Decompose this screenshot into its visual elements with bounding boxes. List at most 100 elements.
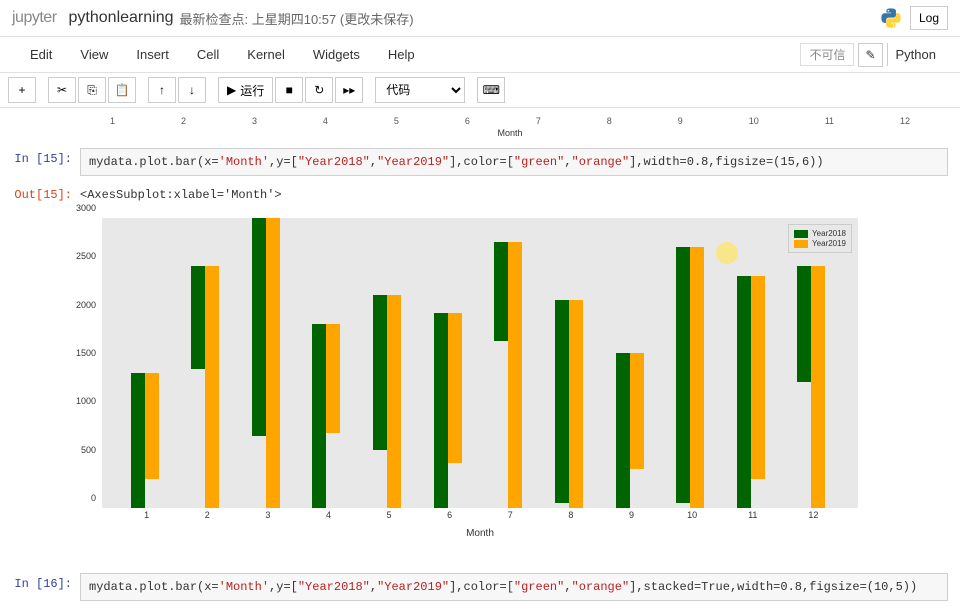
notebook-container: 123456789101112 Month In [15]: mydata.pl… — [0, 108, 960, 613]
scissors-icon: ✂ — [57, 83, 67, 97]
x-tick: 5 — [387, 510, 392, 520]
menu-kernel[interactable]: Kernel — [233, 41, 299, 68]
paste-button[interactable]: 📋 — [108, 77, 136, 103]
run-button[interactable]: ▶运行 — [218, 77, 273, 103]
in-prompt: In [16]: — [12, 573, 80, 601]
x-tick: 1 — [144, 510, 149, 520]
y-tick: 1000 — [76, 396, 96, 406]
menu-edit[interactable]: Edit — [16, 41, 66, 68]
mini-xtick: 12 — [900, 116, 910, 126]
toolbar: + ✂ ⎘ 📋 ↑ ↓ ▶运行 ■ ↻ ▸▸ 代码 ⌨ — [0, 73, 960, 108]
out-prompt: Out[15]: — [12, 184, 80, 206]
bar-year2018 — [494, 242, 508, 341]
x-tick: 12 — [808, 510, 818, 520]
interrupt-button[interactable]: ■ — [275, 77, 303, 103]
cell-out-15: Out[15]: <AxesSubplot:xlabel='Month'> — [0, 180, 960, 210]
move-up-button[interactable]: ↑ — [148, 77, 176, 103]
bar-group — [434, 313, 462, 508]
cut-button[interactable]: ✂ — [48, 77, 76, 103]
mini-xtick: 5 — [394, 116, 399, 126]
bar-group — [312, 324, 340, 508]
arrow-down-icon: ↓ — [189, 83, 195, 97]
mini-xlabel: Month — [80, 128, 940, 138]
bar-year2018 — [434, 313, 448, 508]
restart-run-button[interactable]: ▸▸ — [335, 77, 363, 103]
chart-legend: Year2018 Year2019 — [788, 224, 852, 253]
notebook-name[interactable]: pythonlearning — [69, 9, 174, 27]
bar-chart-output: 050010001500200025003000 Year2018 Year20… — [68, 218, 858, 539]
bar-year2019 — [205, 266, 219, 508]
menubar: Edit View Insert Cell Kernel Widgets Hel… — [0, 37, 960, 73]
cursor-highlight-icon — [716, 242, 738, 264]
legend-swatch-2018 — [794, 230, 808, 238]
refresh-icon: ↻ — [314, 83, 324, 97]
arrow-up-icon: ↑ — [159, 83, 165, 97]
legend-label-2019: Year2019 — [812, 239, 846, 248]
mini-xtick: 1 — [110, 116, 115, 126]
x-tick: 6 — [447, 510, 452, 520]
output-text: <AxesSubplot:xlabel='Month'> — [80, 184, 948, 206]
menu-widgets[interactable]: Widgets — [299, 41, 374, 68]
restart-button[interactable]: ↻ — [305, 77, 333, 103]
cell-in-15[interactable]: In [15]: mydata.plot.bar(x='Month',y=["Y… — [0, 144, 960, 180]
code-input[interactable]: mydata.plot.bar(x='Month',y=["Year2018",… — [80, 148, 948, 176]
bar-group — [676, 247, 704, 508]
add-cell-button[interactable]: + — [8, 77, 36, 103]
mini-output-fragment: 123456789101112 Month — [80, 116, 940, 144]
copy-button[interactable]: ⎘ — [78, 77, 106, 103]
bar-year2019 — [266, 218, 280, 508]
cell-type-select[interactable]: 代码 — [375, 77, 465, 103]
bar-year2018 — [131, 373, 145, 508]
x-tick: 9 — [629, 510, 634, 520]
notebook-header: jupyter pythonlearning 最新检查点: 上星期四10:57 … — [0, 0, 960, 37]
bar-year2018 — [737, 276, 751, 508]
bar-year2019 — [448, 313, 462, 463]
move-down-button[interactable]: ↓ — [178, 77, 206, 103]
x-tick: 11 — [748, 510, 757, 520]
bar-group — [252, 218, 280, 508]
x-axis: 123456789101112 — [102, 508, 858, 524]
bar-year2018 — [676, 247, 690, 503]
keyboard-icon: ⌨ — [483, 83, 500, 97]
mini-xtick: 4 — [323, 116, 328, 126]
y-tick: 3000 — [76, 203, 96, 213]
bar-year2019 — [751, 276, 765, 479]
mini-xtick: 3 — [252, 116, 257, 126]
bar-year2019 — [630, 353, 644, 469]
command-palette-button[interactable]: ⌨ — [477, 77, 505, 103]
clipboard-icon: 📋 — [115, 83, 130, 97]
bar-year2018 — [616, 353, 630, 508]
legend-swatch-2019 — [794, 240, 808, 248]
trust-badge[interactable]: 不可信 — [800, 43, 854, 66]
y-tick: 2000 — [76, 300, 96, 310]
mini-xtick: 2 — [181, 116, 186, 126]
pencil-icon[interactable]: ✎ — [858, 43, 882, 67]
x-tick: 10 — [687, 510, 697, 520]
y-tick: 1500 — [76, 348, 96, 358]
x-tick: 7 — [508, 510, 513, 520]
bar-year2019 — [508, 242, 522, 508]
bar-year2018 — [797, 266, 811, 382]
menu-help[interactable]: Help — [374, 41, 429, 68]
kernel-indicator[interactable]: Python — [887, 43, 944, 66]
bar-group — [737, 276, 765, 508]
menu-view[interactable]: View — [66, 41, 122, 68]
bar-group — [797, 266, 825, 508]
bar-group — [555, 300, 583, 508]
bar-group — [373, 295, 401, 508]
code-input[interactable]: mydata.plot.bar(x='Month',y=["Year2018",… — [80, 573, 948, 601]
fast-forward-icon: ▸▸ — [343, 83, 355, 97]
bar-group — [191, 266, 219, 508]
login-button[interactable]: Log — [910, 6, 948, 30]
bar-year2018 — [252, 218, 266, 436]
menu-insert[interactable]: Insert — [122, 41, 183, 68]
mini-xtick: 7 — [536, 116, 541, 126]
mini-xtick: 10 — [749, 116, 759, 126]
menu-cell[interactable]: Cell — [183, 41, 233, 68]
copy-icon: ⎘ — [87, 83, 97, 98]
x-tick: 3 — [265, 510, 270, 520]
bar-year2019 — [690, 247, 704, 508]
mini-xtick: 11 — [825, 116, 834, 126]
x-tick: 2 — [205, 510, 210, 520]
x-tick: 4 — [326, 510, 331, 520]
